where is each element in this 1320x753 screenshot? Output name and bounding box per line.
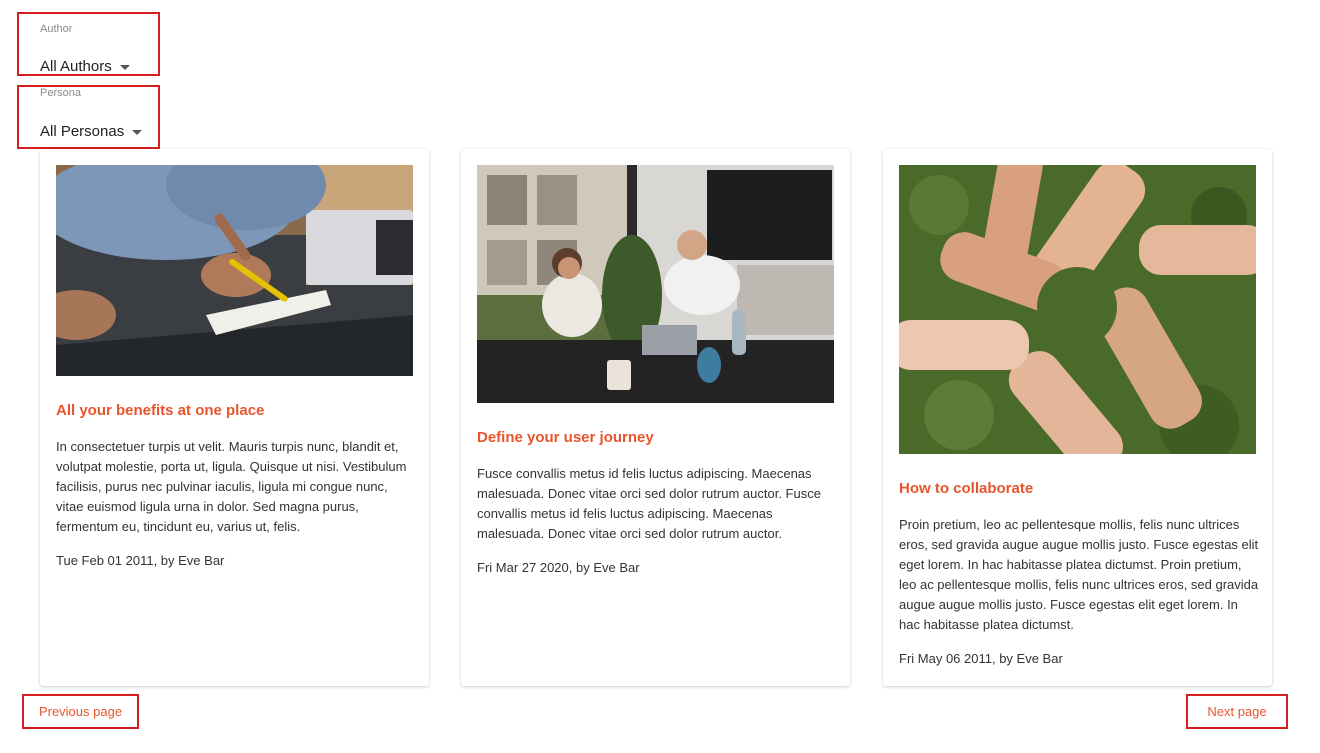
- persona-select-value: All Personas: [40, 123, 125, 140]
- caret-down-icon: [132, 130, 143, 135]
- post-meta: Fri May 06 2011, by Eve Bar: [899, 651, 1063, 666]
- persona-filter-label: Persona: [40, 87, 81, 99]
- joined-hands-photo: [899, 165, 1256, 454]
- post-excerpt: Proin pretium, leo ac pellentesque molli…: [899, 517, 1259, 632]
- author-select-value: All Authors: [40, 58, 112, 75]
- post-card[interactable]: All your benefits at one place In consec…: [40, 149, 429, 686]
- previous-page-button[interactable]: Previous page: [22, 694, 139, 729]
- author-select[interactable]: All Authors: [40, 58, 130, 75]
- post-excerpt: Fusce convallis metus id felis luctus ad…: [477, 466, 821, 541]
- post-title[interactable]: All your benefits at one place: [56, 402, 264, 419]
- post-title[interactable]: How to collaborate: [899, 480, 1033, 497]
- office-meeting-photo: [477, 165, 834, 403]
- post-title[interactable]: Define your user journey: [477, 429, 654, 446]
- post-image[interactable]: [477, 165, 834, 403]
- post-card[interactable]: Define your user journey Fusce convallis…: [461, 149, 850, 686]
- author-filter[interactable]: Author All Authors: [17, 12, 160, 76]
- post-excerpt: In consectetuer turpis ut velit. Mauris …: [56, 439, 407, 534]
- post-card[interactable]: How to collaborate Proin pretium, leo ac…: [883, 149, 1272, 686]
- caret-down-icon: [119, 65, 130, 70]
- persona-filter[interactable]: Persona All Personas: [17, 85, 160, 149]
- next-page-button[interactable]: Next page: [1186, 694, 1288, 729]
- persona-select[interactable]: All Personas: [40, 123, 143, 140]
- post-meta: Fri Mar 27 2020, by Eve Bar: [477, 560, 640, 575]
- post-image[interactable]: [56, 165, 413, 376]
- post-image[interactable]: [899, 165, 1256, 454]
- person-writing-photo: [56, 165, 413, 376]
- post-meta: Tue Feb 01 2011, by Eve Bar: [56, 553, 225, 568]
- author-filter-label: Author: [40, 23, 73, 35]
